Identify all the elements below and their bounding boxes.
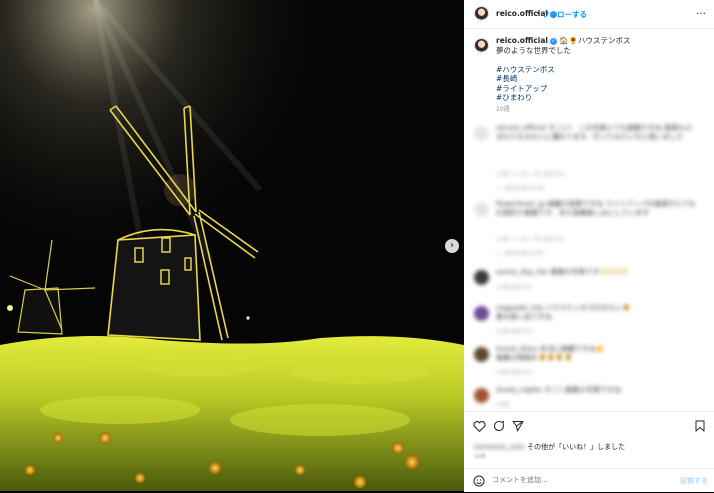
comment-meta[interactable]: 10週 返信する bbox=[496, 283, 532, 291]
comment-icon[interactable] bbox=[493, 420, 505, 434]
commenter-avatar[interactable] bbox=[474, 388, 489, 403]
post-date: 10週 bbox=[474, 454, 486, 460]
caption-text: 🏠🌻ハウステンボス bbox=[559, 36, 631, 45]
comment-item: reiconi_official すごい！ この写真とても素敵ですね 風車もひま… bbox=[474, 124, 706, 194]
comment-meta[interactable]: 10週 返信する bbox=[496, 368, 532, 376]
hashtag-link[interactable]: #ひまわり bbox=[496, 93, 706, 103]
comment-meta[interactable]: 10週 返信する bbox=[496, 327, 532, 335]
comment-text: travel_diary 本当に綺麗ですね bbox=[496, 345, 596, 353]
comment-text-2: 素敵な時間を bbox=[496, 354, 538, 362]
comment-meta[interactable]: 10週 いいね！1件 返信する bbox=[496, 170, 565, 178]
smile-icon[interactable] bbox=[473, 475, 485, 489]
chevron-right-icon: › bbox=[450, 240, 454, 251]
comment-text: lovely_nights すごく素敵な写真ですね bbox=[496, 386, 622, 394]
caption-line2: 夢のような世界でした bbox=[496, 45, 571, 55]
commenter-avatar[interactable] bbox=[474, 306, 489, 321]
view-replies-link[interactable]: ── 返信を表示(2件) bbox=[496, 249, 545, 257]
comment-text-wrap: nagasaki_trip ハウステンボス行きたい🌻 夏の思い出ですね bbox=[496, 304, 696, 322]
caption-username[interactable]: reico.official ✓ bbox=[496, 36, 557, 45]
windmill-night-image bbox=[0, 0, 464, 491]
bookmark-icon[interactable] bbox=[695, 420, 705, 434]
comment-emoji: 🌻 bbox=[622, 304, 631, 312]
comment-item: flowerlover_jp 綺麗な夜景ですね ライトアップの風車がとても幻想的… bbox=[474, 200, 706, 260]
comment-text-wrap: travel_diary 本当に綺麗ですね👏 素敵な時間を🌻🌻🌻🌻 bbox=[496, 345, 696, 363]
comment-text-wrap: sunny_day_fan 素敵な写真です😍😍😍😍 bbox=[496, 268, 696, 277]
comment-list[interactable]: reiconi_official すごい！ この写真とても素敵ですね 風車もひま… bbox=[464, 120, 714, 410]
commenter-avatar[interactable] bbox=[474, 202, 489, 217]
comment-input[interactable] bbox=[492, 476, 652, 484]
hashtag-link[interactable]: #ハウステンボス bbox=[496, 65, 706, 75]
liker-name[interactable]: someone_user bbox=[474, 443, 525, 451]
comment-meta[interactable]: 10週 bbox=[496, 400, 509, 408]
post-comment-button[interactable]: 投稿する bbox=[680, 476, 708, 486]
view-replies-link[interactable]: ── 返信を表示(1件) bbox=[496, 184, 545, 192]
follow-button[interactable]: フォローする bbox=[542, 9, 587, 20]
separator-dot: • bbox=[536, 9, 541, 18]
likes-text: その他が「いいね！」しました bbox=[527, 443, 626, 451]
caption-body: reico.official ✓ 🏠🌻ハウステンボス 夢のような世界でした #ハウ… bbox=[496, 36, 706, 114]
share-icon[interactable] bbox=[512, 420, 524, 434]
comment-item: lovely_nights すごく素敵な写真ですね 10週 bbox=[474, 386, 706, 410]
comment-text: flowerlover_jp 綺麗な夜景ですね ライトアップの風車がとても幻想的… bbox=[496, 200, 696, 217]
comment-emoji: 😍😍😍😍 bbox=[599, 268, 629, 276]
hashtag-link[interactable]: #ライトアップ bbox=[496, 84, 706, 94]
verified-icon: ✓ bbox=[549, 37, 557, 45]
caption-username-text: reico.official bbox=[496, 36, 548, 45]
more-options-icon[interactable]: … bbox=[696, 6, 707, 17]
post-actions: someone_user その他が「いいね！」しました 10週 投稿する bbox=[464, 411, 714, 492]
post-header: reico.official ✓ • フォローする … bbox=[464, 0, 714, 29]
comment-item: sunny_day_fan 素敵な写真です😍😍😍😍 10週 返信する bbox=[474, 268, 706, 298]
comment-item: nagasaki_trip ハウステンボス行きたい🌻 夏の思い出ですね 10週 返… bbox=[474, 304, 706, 340]
commenter-avatar[interactable] bbox=[474, 347, 489, 362]
add-comment-bar: 投稿する bbox=[464, 468, 714, 493]
commenter-avatar[interactable] bbox=[474, 270, 489, 285]
comment-text-2: 夏の思い出ですね bbox=[496, 313, 552, 321]
comment-item: travel_diary 本当に綺麗ですね👏 素敵な時間を🌻🌻🌻🌻 10週 返信す… bbox=[474, 345, 706, 381]
caption-time: 10週 bbox=[496, 105, 510, 113]
post-photo[interactable]: › bbox=[0, 0, 464, 491]
comment-text: nagasaki_trip ハウステンボス行きたい bbox=[496, 304, 623, 312]
likes-summary[interactable]: someone_user その他が「いいね！」しました bbox=[474, 442, 625, 452]
comment-meta[interactable]: 10週 いいね！2件 返信する bbox=[496, 235, 565, 243]
next-photo-button[interactable]: › bbox=[445, 239, 459, 253]
hashtag-link[interactable]: #長崎 bbox=[496, 74, 706, 84]
avatar[interactable] bbox=[474, 38, 489, 53]
avatar[interactable] bbox=[474, 6, 489, 21]
comment-emoji-2: 🌻🌻🌻🌻 bbox=[538, 354, 573, 362]
comment-emoji: 👏 bbox=[595, 345, 605, 353]
commenter-avatar[interactable] bbox=[474, 126, 489, 141]
comment-text: sunny_day_fan 素敵な写真です bbox=[496, 268, 600, 276]
heart-icon[interactable] bbox=[473, 420, 486, 434]
post-side-panel: reico.official ✓ • フォローする … reico.officia… bbox=[464, 0, 714, 492]
comment-text: reiconi_official すごい！ この写真とても素敵ですね 風車もひま… bbox=[496, 124, 693, 141]
